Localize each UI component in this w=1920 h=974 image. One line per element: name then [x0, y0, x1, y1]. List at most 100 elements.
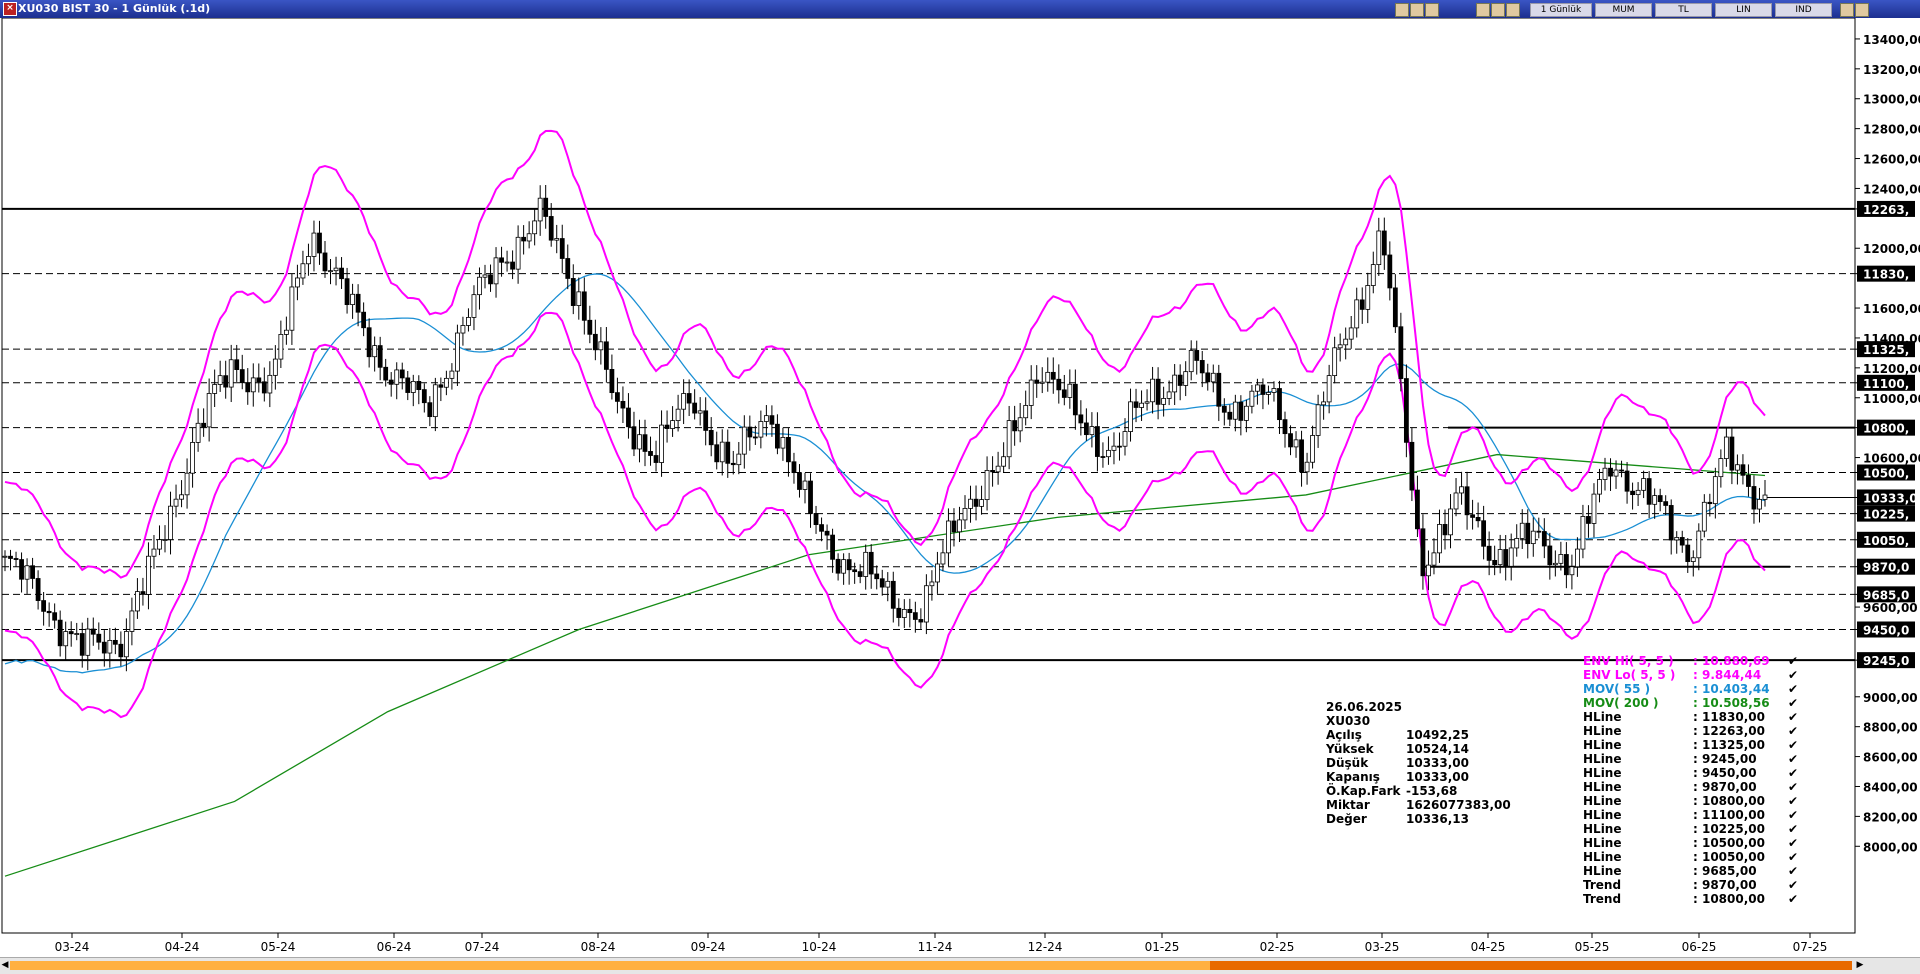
toolbar-icon[interactable] [1395, 3, 1409, 17]
candle-body [267, 374, 273, 394]
candle-body [515, 236, 521, 270]
check-icon[interactable]: ✔ [1788, 738, 1798, 752]
legend-row[interactable]: HLine: 10225,00 ✔ [1583, 822, 1798, 836]
candle-body [559, 238, 565, 259]
check-icon[interactable]: ✔ [1788, 822, 1798, 836]
legend-row[interactable]: HLine: 10800,00 ✔ [1583, 794, 1798, 808]
legend-row[interactable]: ENV Hi( 5, 5 ): 10.880,69 ✔ [1583, 654, 1798, 668]
candle-body [962, 507, 968, 521]
toolbar-icon[interactable] [1506, 3, 1520, 17]
candle-body [432, 384, 438, 418]
check-icon[interactable]: ✔ [1788, 892, 1798, 906]
check-icon[interactable]: ✔ [1788, 724, 1798, 738]
legend-row[interactable]: HLine: 10500,00 ✔ [1583, 836, 1798, 850]
candle-body [1426, 564, 1431, 577]
check-icon[interactable]: ✔ [1788, 766, 1798, 780]
legend-row[interactable]: HLine: 10050,00 ✔ [1583, 850, 1798, 864]
check-icon[interactable]: ✔ [1788, 836, 1798, 850]
check-icon[interactable]: ✔ [1788, 878, 1798, 892]
candle-body [1464, 486, 1470, 516]
scroll-thumb[interactable] [1210, 961, 1852, 970]
candle-body [1685, 544, 1691, 562]
candle-body [1232, 401, 1238, 420]
legend-row[interactable]: HLine: 9245,00 ✔ [1583, 752, 1798, 766]
legend-row[interactable]: ENV Lo( 5, 5 ): 9.844,44 ✔ [1583, 668, 1798, 682]
legend-row[interactable]: HLine: 12263,00 ✔ [1583, 724, 1798, 738]
candle-body [466, 317, 471, 326]
candle-body [250, 377, 256, 393]
check-icon[interactable]: ✔ [1788, 864, 1798, 878]
chart-type-button[interactable]: MUM [1595, 3, 1652, 17]
settings-icon[interactable] [1855, 3, 1869, 17]
horizontal-scrollbar[interactable]: ◀ ▶ [0, 957, 1920, 974]
legend-row[interactable]: HLine: 11830,00 ✔ [1583, 710, 1798, 724]
info-row: Değer 10336,13 [1326, 812, 1511, 826]
candle-body [890, 580, 896, 609]
check-icon[interactable]: ✔ [1788, 710, 1798, 724]
legend-value: : 9685,00 [1693, 864, 1757, 878]
legend-row[interactable]: Trend: 9870,00 ✔ [1583, 878, 1798, 892]
candle-body [763, 415, 769, 422]
currency-button[interactable]: TL [1655, 3, 1712, 17]
candle-body [1106, 449, 1111, 458]
scroll-left-icon[interactable]: ◀ [0, 960, 10, 971]
legend-row[interactable]: HLine: 9870,00 ✔ [1583, 780, 1798, 794]
candle-body [1735, 464, 1740, 471]
candle-body [85, 628, 91, 656]
check-icon[interactable]: ✔ [1788, 654, 1798, 668]
toolbar-icon[interactable] [1491, 3, 1505, 17]
check-icon[interactable]: ✔ [1788, 794, 1798, 808]
candle-body [1459, 486, 1464, 494]
toolbar-icon[interactable] [1410, 3, 1424, 17]
scale-button[interactable]: LIN [1715, 3, 1772, 17]
candle-body [1034, 379, 1040, 384]
close-icon[interactable]: × [3, 2, 17, 16]
candle-body [609, 369, 615, 394]
candle-body [234, 359, 240, 370]
candle-body [1326, 375, 1332, 403]
candle-body [184, 472, 190, 496]
toolbar-icon[interactable] [1476, 3, 1490, 17]
y-tick-label: 8400,00 [1863, 780, 1918, 794]
candle-body [1078, 414, 1084, 424]
legend-name: HLine [1583, 850, 1622, 864]
y-tick-label: 12000,00 [1863, 242, 1920, 256]
check-icon[interactable]: ✔ [1788, 808, 1798, 822]
candle-body [1696, 530, 1702, 559]
x-tick-label: 05-25 [1575, 940, 1610, 954]
candle-body [565, 258, 571, 279]
y-tick-label: 13400,00 [1863, 33, 1920, 47]
y-tick-label: 10800, [1863, 422, 1909, 436]
info-row: Miktar 1626077383,00 [1326, 798, 1511, 812]
check-icon[interactable]: ✔ [1788, 682, 1798, 696]
legend-row[interactable]: HLine: 9450,00 ✔ [1583, 766, 1798, 780]
legend-row[interactable]: Trend: 10800,00 ✔ [1583, 892, 1798, 906]
check-icon[interactable]: ✔ [1788, 696, 1798, 710]
legend-value: : 9870,00 [1693, 878, 1757, 892]
candle-body [852, 569, 858, 573]
check-icon[interactable]: ✔ [1788, 850, 1798, 864]
legend-row[interactable]: HLine: 11325,00 ✔ [1583, 738, 1798, 752]
candle-body [979, 499, 984, 507]
candle-body [1597, 479, 1602, 495]
legend-row[interactable]: MOV( 200 ): 10.508,56 ✔ [1583, 696, 1798, 710]
plot-frame [1, 18, 1856, 934]
legend-row[interactable]: MOV( 55 ): 10.403,44 ✔ [1583, 682, 1798, 696]
period-button[interactable]: 1 Günlük [1530, 3, 1592, 17]
settings-icon[interactable] [1840, 3, 1854, 17]
check-icon[interactable]: ✔ [1788, 668, 1798, 682]
scroll-right-icon[interactable]: ▶ [1855, 960, 1865, 971]
check-icon[interactable]: ✔ [1788, 780, 1798, 794]
candle-body [1608, 467, 1613, 477]
x-tick-label: 06-24 [377, 940, 412, 954]
candle-body [714, 444, 720, 463]
indicator-button[interactable]: IND [1775, 3, 1832, 17]
legend-row[interactable]: HLine: 9685,00 ✔ [1583, 864, 1798, 878]
candle-body [885, 580, 891, 588]
toolbar-icon[interactable] [1425, 3, 1439, 17]
candle-body [697, 410, 703, 414]
candle-body [1095, 426, 1100, 457]
check-icon[interactable]: ✔ [1788, 752, 1798, 766]
legend-row[interactable]: HLine: 11100,00 ✔ [1583, 808, 1798, 822]
candle-body [1100, 456, 1106, 458]
